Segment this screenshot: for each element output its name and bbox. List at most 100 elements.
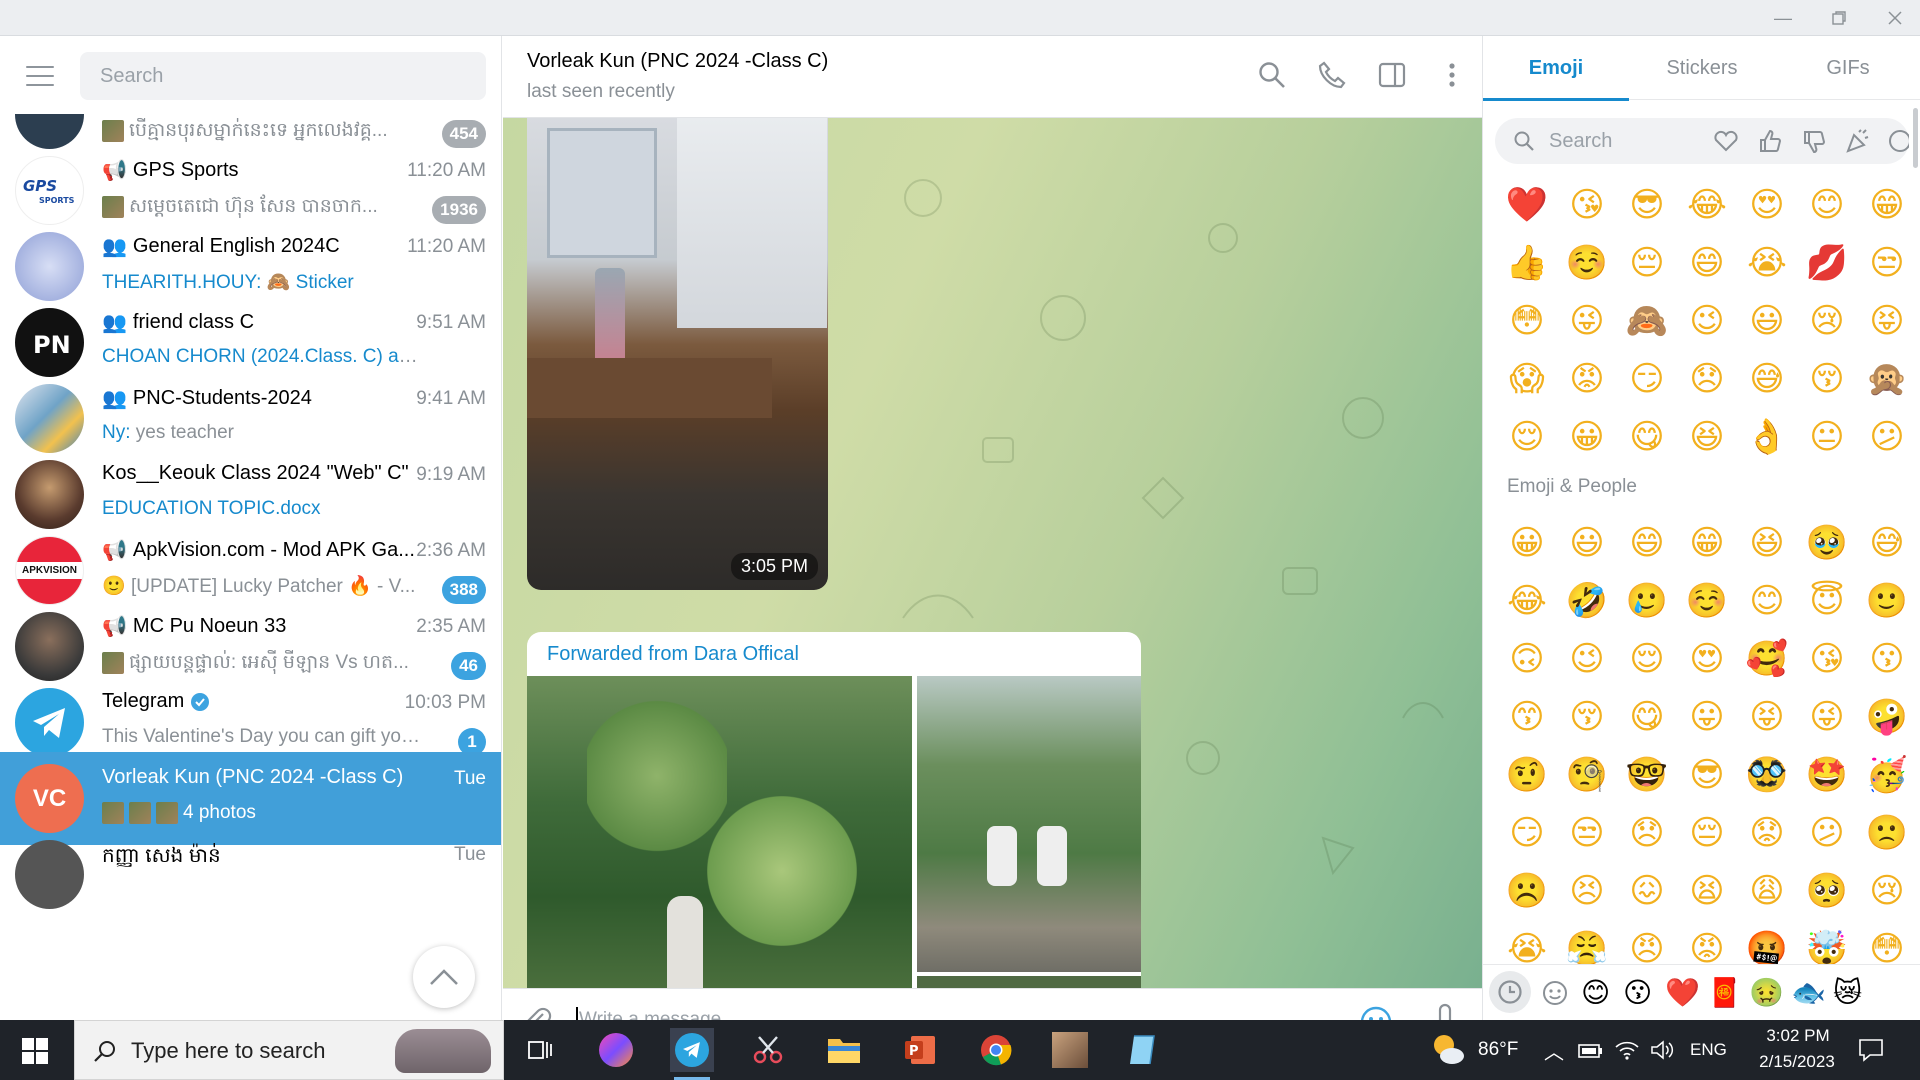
emoji-item[interactable]: 🤬 <box>1737 920 1797 964</box>
emoji-item[interactable]: 😜 <box>1797 688 1857 746</box>
animal-category-icon[interactable]: 🐟 <box>1791 977 1826 1009</box>
battery-icon[interactable] <box>1578 1042 1604 1060</box>
emoji-item[interactable]: ☺️ <box>1557 234 1617 292</box>
emoji-item[interactable]: ☺️ <box>1677 572 1737 630</box>
emoji-item[interactable]: 😂 <box>1497 572 1557 630</box>
emoji-item[interactable]: 😁 <box>1677 514 1737 572</box>
taskbar-search-box[interactable]: Type here to search <box>74 1020 504 1080</box>
emoji-item[interactable]: 😟 <box>1737 804 1797 862</box>
forwarded-album-message[interactable]: Forwarded from Dara Offical <box>527 632 1141 988</box>
emoji-item[interactable]: 😆 <box>1677 408 1737 466</box>
emoji-item[interactable]: 🤓 <box>1617 746 1677 804</box>
emoji-item[interactable]: 😐 <box>1797 408 1857 466</box>
emoji-item[interactable]: 😃 <box>1557 514 1617 572</box>
emoji-item[interactable]: 😱 <box>1497 350 1557 408</box>
emoji-item[interactable]: 🧐 <box>1557 746 1617 804</box>
call-button[interactable] <box>1317 60 1349 92</box>
food-category-icon[interactable]: 🤢 <box>1749 977 1784 1009</box>
thumbs-up-icon[interactable] <box>1757 128 1783 154</box>
emoji-item[interactable]: 👌 <box>1737 408 1797 466</box>
album-photo[interactable] <box>917 676 1141 972</box>
weather-icon[interactable] <box>1430 1032 1466 1071</box>
wifi-icon[interactable] <box>1614 1039 1640 1061</box>
emoji-item[interactable]: 😎 <box>1617 176 1677 234</box>
emoji-item[interactable]: 😉 <box>1677 292 1737 350</box>
emoji-item[interactable]: 😀 <box>1557 408 1617 466</box>
chevron-up-icon[interactable]: ︿ <box>1544 1036 1564 1065</box>
album-photo[interactable] <box>917 976 1141 988</box>
menu-icon[interactable] <box>26 66 54 87</box>
emoji-item[interactable]: 😝 <box>1737 688 1797 746</box>
start-button[interactable] <box>22 1038 48 1069</box>
emoji-item[interactable]: 😭 <box>1497 920 1557 964</box>
emoji-item[interactable]: 😜 <box>1557 292 1617 350</box>
emoji-item[interactable]: 🙂 <box>1857 572 1917 630</box>
emoji-item[interactable]: 🥳 <box>1857 746 1917 804</box>
taskbar-app-file-explorer[interactable] <box>822 1028 866 1072</box>
emoji-item[interactable]: 😎 <box>1677 746 1737 804</box>
volume-icon[interactable] <box>1650 1039 1674 1061</box>
heart-category-icon[interactable]: ❤️ <box>1665 977 1700 1009</box>
emoji-item[interactable]: 😳 <box>1497 292 1557 350</box>
emoji-item[interactable]: 😁 <box>1857 176 1917 234</box>
party-icon[interactable] <box>1845 128 1871 154</box>
emoji-item[interactable]: 😡 <box>1557 350 1617 408</box>
tab-stickers[interactable]: Stickers <box>1629 36 1775 100</box>
emoji-item[interactable]: 😅 <box>1737 350 1797 408</box>
emoji-item[interactable]: 😤 <box>1557 920 1617 964</box>
emoji-item[interactable]: 🥹 <box>1797 514 1857 572</box>
emoji-item[interactable]: 🥸 <box>1737 746 1797 804</box>
emoji-item[interactable]: 😩 <box>1737 862 1797 920</box>
emoji-item[interactable]: 🙃 <box>1497 630 1557 688</box>
clock-date[interactable]: 2/15/2023 <box>1742 1052 1852 1072</box>
emoji-item[interactable]: 😔 <box>1617 234 1677 292</box>
emoji-item[interactable]: 😝 <box>1857 292 1917 350</box>
emoji-item[interactable]: 😍 <box>1677 630 1737 688</box>
emoji-item[interactable]: 😗 <box>1857 630 1917 688</box>
taskbar-app-photo[interactable] <box>1048 1028 1092 1072</box>
tab-emoji[interactable]: Emoji <box>1483 36 1629 101</box>
emoji-item[interactable]: 😢 <box>1797 292 1857 350</box>
emoji-item[interactable]: 😛 <box>1677 688 1737 746</box>
emoji-item[interactable]: 🤩 <box>1797 746 1857 804</box>
search-button[interactable] <box>1257 60 1289 92</box>
chat-item[interactable]: កញ្ញា សេង ម៉ាន់ Tue <box>0 828 501 921</box>
emoji-item[interactable]: 👍 <box>1497 234 1557 292</box>
emoji-item[interactable]: 😄 <box>1677 234 1737 292</box>
emoji-item[interactable]: 😉 <box>1557 630 1617 688</box>
emoji-item[interactable]: 😍 <box>1737 176 1797 234</box>
emoji-item[interactable]: 🥲 <box>1617 572 1677 630</box>
people-category-icon[interactable]: 😊 <box>1581 977 1610 1009</box>
minimize-button[interactable]: — <box>1760 0 1806 36</box>
forwarded-from-label[interactable]: Forwarded from Dara Offical <box>547 643 799 666</box>
emoji-item[interactable]: 😌 <box>1497 408 1557 466</box>
emoji-item[interactable]: 🙁 <box>1857 804 1917 862</box>
weather-temperature[interactable]: 86°F <box>1478 1039 1518 1061</box>
emoji-item[interactable]: 😋 <box>1617 688 1677 746</box>
scrollbar[interactable] <box>1913 108 1918 168</box>
more-button[interactable] <box>1437 60 1469 92</box>
emoji-item[interactable]: 🙊 <box>1857 350 1917 408</box>
emoji-item[interactable]: 🤪 <box>1857 688 1917 746</box>
emoji-item[interactable]: 🤯 <box>1797 920 1857 964</box>
emoji-item[interactable]: ☹️ <box>1497 862 1557 920</box>
emoji-item[interactable]: 💋 <box>1797 234 1857 292</box>
clock-time[interactable]: 3:02 PM <box>1756 1026 1840 1046</box>
emoji-item[interactable]: 😘 <box>1557 176 1617 234</box>
emoji-item[interactable]: 😒 <box>1857 234 1917 292</box>
scroll-to-top-button[interactable] <box>413 946 475 1008</box>
emoji-item[interactable]: 😆 <box>1737 514 1797 572</box>
emoji-item[interactable]: 😫 <box>1677 862 1737 920</box>
album-photo[interactable] <box>527 676 912 988</box>
emoji-item[interactable]: 😭 <box>1737 234 1797 292</box>
emoji-item[interactable]: 🙈 <box>1617 292 1677 350</box>
emoji-item[interactable]: 😊 <box>1737 572 1797 630</box>
restore-button[interactable] <box>1816 0 1862 36</box>
smiley-icon[interactable] <box>1887 128 1909 154</box>
emoji-item[interactable]: 😚 <box>1797 350 1857 408</box>
emoji-item[interactable]: 😂 <box>1677 176 1737 234</box>
thumbs-down-icon[interactable] <box>1801 129 1827 155</box>
emoji-item[interactable]: 😢 <box>1857 862 1917 920</box>
emoji-item[interactable]: 😖 <box>1617 862 1677 920</box>
emoji-item[interactable]: 😕 <box>1857 408 1917 466</box>
